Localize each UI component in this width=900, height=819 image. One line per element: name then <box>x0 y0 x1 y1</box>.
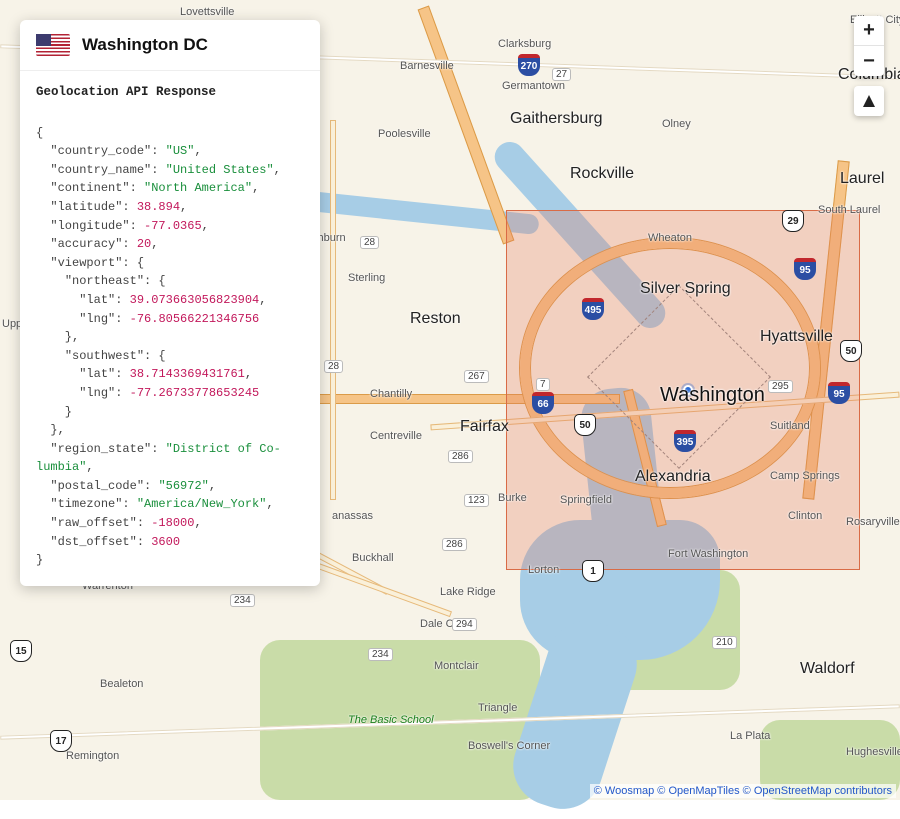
info-panel: Washington DC Geolocation API Response {… <box>20 20 320 586</box>
map-label: 234 <box>230 594 255 607</box>
map-label: Clinton <box>788 510 822 522</box>
map-label: Gaithersburg <box>510 110 603 128</box>
compass-button[interactable] <box>854 86 884 116</box>
zoom-in-button[interactable]: + <box>854 16 884 46</box>
map-label: Lovettsville <box>180 6 234 18</box>
panel-title: Washington DC <box>82 35 208 55</box>
zoom-out-button[interactable]: − <box>854 46 884 76</box>
map-label: Burke <box>498 492 527 504</box>
map-label: Germantown <box>502 80 565 92</box>
panel-subhead: Geolocation API Response <box>20 71 320 101</box>
map-label: 28 <box>360 236 379 249</box>
map-label: South Laurel <box>818 204 880 216</box>
interstate-shield-icon: 95 <box>794 258 816 280</box>
map-label: anassas <box>332 510 373 522</box>
us-route-shield-icon: 50 <box>840 340 862 362</box>
road-i495 <box>520 238 820 498</box>
attribution-maptiles[interactable]: © OpenMapTiles <box>657 785 739 797</box>
map-label: Olney <box>662 118 691 130</box>
map-label: 294 <box>452 618 477 631</box>
us-route-shield-icon: 29 <box>782 210 804 232</box>
us-route-shield-icon: 15 <box>10 640 32 662</box>
attribution-woosmap[interactable]: © Woosmap <box>594 785 654 797</box>
zoom-control: + − <box>854 16 884 76</box>
api-response-json: { "country_code": "US", "country_name": … <box>20 101 320 586</box>
map-label: 267 <box>464 370 489 383</box>
panel-header: Washington DC <box>20 20 320 71</box>
north-arrow-icon <box>863 95 875 107</box>
map-label: Dale City <box>420 618 465 630</box>
map-label: Rockville <box>570 165 634 183</box>
map-label: Remington <box>66 750 119 762</box>
map-label: Waldorf <box>800 660 855 678</box>
map-label: Reston <box>410 310 461 328</box>
map-attribution: © Woosmap © OpenMapTiles © OpenStreetMap… <box>590 784 896 798</box>
map-label: Clarksburg <box>498 38 551 50</box>
map-label: Centreville <box>370 430 422 442</box>
map-label: Lake Ridge <box>440 586 496 598</box>
map-label: Poolesville <box>378 128 431 140</box>
map-label: 286 <box>448 450 473 463</box>
map-label: 123 <box>464 494 489 507</box>
map-label: Sterling <box>348 272 385 284</box>
map-label: Rosaryville <box>846 516 900 528</box>
road-rt28 <box>330 120 336 500</box>
map-label: 286 <box>442 538 467 551</box>
map-label: Buckhall <box>352 552 394 564</box>
compass-control <box>854 86 884 116</box>
map-label: Bealeton <box>100 678 143 690</box>
attribution-osm[interactable]: © OpenStreetMap contributors <box>743 785 892 797</box>
map-label: 27 <box>552 68 571 81</box>
flag-us-icon <box>36 34 70 56</box>
